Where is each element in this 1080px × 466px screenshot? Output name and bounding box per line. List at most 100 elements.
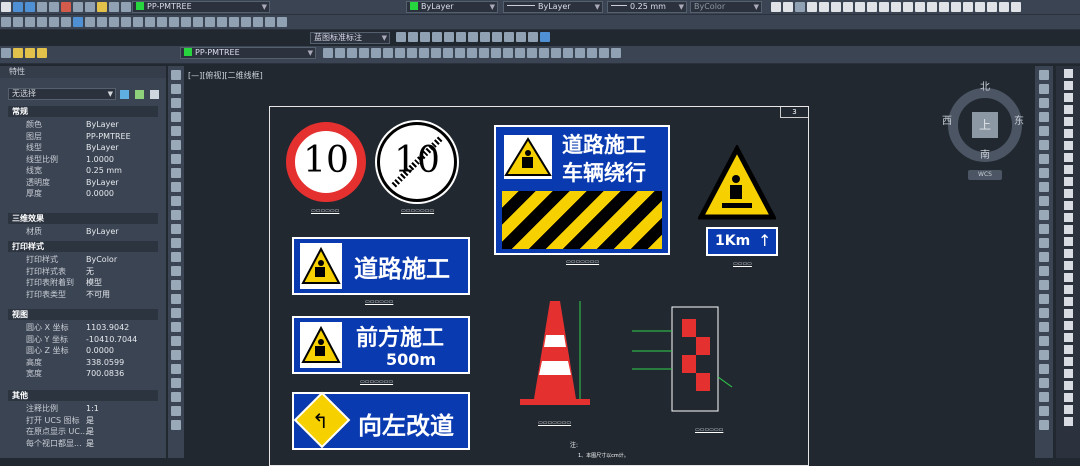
view-icon[interactable] xyxy=(903,2,913,12)
layer-tool-icon[interactable] xyxy=(611,48,621,58)
layer-state-icon[interactable] xyxy=(13,48,23,58)
save-icon[interactable] xyxy=(25,2,35,12)
tool-icon[interactable] xyxy=(171,294,181,304)
style-icon[interactable] xyxy=(396,32,406,42)
layer-tool-icon[interactable] xyxy=(323,48,333,58)
tool-icon[interactable] xyxy=(1063,225,1073,234)
tool-icon[interactable] xyxy=(171,364,181,374)
view-icon[interactable] xyxy=(879,2,889,12)
tool-icon[interactable] xyxy=(1063,249,1073,258)
view-icon[interactable] xyxy=(855,2,865,12)
tool-icon[interactable] xyxy=(1039,420,1049,430)
property-row[interactable]: 厚度 0.0000 xyxy=(8,188,158,199)
tool-icon[interactable] xyxy=(1063,309,1073,318)
copy-icon[interactable] xyxy=(73,2,83,12)
tool-icon[interactable] xyxy=(1063,201,1073,210)
hatch-icon[interactable] xyxy=(61,17,71,27)
tool-icon[interactable] xyxy=(171,266,181,276)
tool-icon[interactable] xyxy=(1063,297,1073,306)
style-icon[interactable] xyxy=(444,32,454,42)
tool-icon[interactable] xyxy=(1063,285,1073,294)
tool-icon[interactable] xyxy=(1063,93,1073,102)
view-icon[interactable] xyxy=(939,2,949,12)
tool-icon[interactable] xyxy=(1039,98,1049,108)
tool-icon[interactable] xyxy=(171,406,181,416)
new-file-icon[interactable] xyxy=(1,2,11,12)
tool-icon[interactable] xyxy=(1039,406,1049,416)
view-icon[interactable] xyxy=(891,2,901,12)
tool-icon[interactable] xyxy=(1063,165,1073,174)
tool-icon[interactable] xyxy=(171,350,181,360)
tool-icon[interactable] xyxy=(171,336,181,346)
style-icon[interactable] xyxy=(432,32,442,42)
layer-tool-icon[interactable] xyxy=(395,48,405,58)
tool-icon[interactable] xyxy=(171,322,181,332)
property-row[interactable]: 宽度 700.0836 xyxy=(8,368,158,379)
layer-tool-icon[interactable] xyxy=(371,48,381,58)
style-icon[interactable] xyxy=(468,32,478,42)
tool-icon[interactable] xyxy=(1039,252,1049,262)
tool-icon[interactable] xyxy=(1063,357,1073,366)
tool-icon[interactable] xyxy=(1039,308,1049,318)
compass-west[interactable]: 西 xyxy=(942,112,952,127)
property-row[interactable]: 颜色 ByLayer xyxy=(8,119,158,130)
property-row[interactable]: 线宽 0.25 mm xyxy=(8,165,158,176)
tool-icon[interactable] xyxy=(171,308,181,318)
property-row[interactable]: 高度 338.0599 xyxy=(8,357,158,368)
tool-icon[interactable] xyxy=(1063,141,1073,150)
tool-icon[interactable] xyxy=(1039,182,1049,192)
layer-tool-icon[interactable] xyxy=(575,48,585,58)
text-icon[interactable] xyxy=(73,17,83,27)
cut-icon[interactable] xyxy=(61,2,71,12)
tool-icon[interactable] xyxy=(171,98,181,108)
layer-tool-icon[interactable] xyxy=(479,48,489,58)
open-icon[interactable] xyxy=(13,2,23,12)
tool-icon[interactable] xyxy=(171,280,181,290)
fillet-icon[interactable] xyxy=(133,17,143,27)
plotstyle-dropdown[interactable]: ByColor ▼ xyxy=(690,1,762,13)
tool-icon[interactable] xyxy=(1039,84,1049,94)
tool-icon[interactable] xyxy=(1063,237,1073,246)
line-icon[interactable] xyxy=(1,17,11,27)
tool-icon[interactable] xyxy=(1063,153,1073,162)
paste-icon[interactable] xyxy=(85,2,95,12)
property-row[interactable]: 打印表附着到 模型 xyxy=(8,277,158,288)
tool-icon[interactable] xyxy=(1063,117,1073,126)
tool-icon[interactable] xyxy=(1039,392,1049,402)
bulb-icon[interactable] xyxy=(25,48,35,58)
property-row[interactable]: 圆心 X 坐标 1103.9042 xyxy=(8,322,158,333)
undo-icon[interactable] xyxy=(109,2,119,12)
layer-tool-icon[interactable] xyxy=(491,48,501,58)
layer-dropdown-2[interactable]: PP-PMTREE ▼ xyxy=(180,47,316,59)
compass-south[interactable]: 南 xyxy=(980,146,990,161)
viewport-label[interactable]: [—][俯视][二维线框] xyxy=(188,70,263,81)
view-icon[interactable] xyxy=(927,2,937,12)
style-icon[interactable] xyxy=(516,32,526,42)
tool-icon[interactable] xyxy=(171,378,181,388)
tool-icon[interactable] xyxy=(171,126,181,136)
tool-icon[interactable] xyxy=(1039,378,1049,388)
rotate-icon[interactable] xyxy=(97,17,107,27)
tool-icon[interactable] xyxy=(1039,210,1049,220)
compass-east[interactable]: 东 xyxy=(1014,112,1024,127)
viewcube-face[interactable]: 上 xyxy=(972,112,998,138)
view-icon[interactable] xyxy=(807,2,817,12)
style-icon[interactable] xyxy=(456,32,466,42)
tool-icon[interactable] xyxy=(1039,196,1049,206)
tool-icon[interactable] xyxy=(1039,364,1049,374)
tool-icon[interactable] xyxy=(1063,369,1073,378)
tool-icon[interactable] xyxy=(1063,81,1073,90)
view-icon[interactable] xyxy=(867,2,877,12)
property-row[interactable]: 线型比例 1.0000 xyxy=(8,154,158,165)
tool-icon[interactable] xyxy=(1063,213,1073,222)
tool-icon[interactable] xyxy=(1039,224,1049,234)
tool-icon[interactable] xyxy=(1039,140,1049,150)
layer-tool-icon[interactable] xyxy=(527,48,537,58)
layer-tool-icon[interactable] xyxy=(347,48,357,58)
dim-arc-icon[interactable] xyxy=(253,17,263,27)
scale-icon[interactable] xyxy=(181,17,191,27)
tool-icon[interactable] xyxy=(1039,280,1049,290)
property-row[interactable]: 打印样式 ByColor xyxy=(8,254,158,265)
layer-tool-icon[interactable] xyxy=(551,48,561,58)
category-view[interactable]: 视图 xyxy=(8,309,158,320)
